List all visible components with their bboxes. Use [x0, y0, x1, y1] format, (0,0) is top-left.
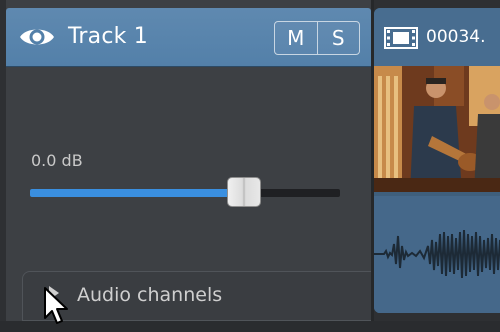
audio-channels-label[interactable]: Audio channels [77, 284, 222, 306]
film-strip-icon [384, 27, 418, 49]
clip-title-bar: 00034. [374, 8, 500, 66]
timeline-bottom-strip [0, 321, 500, 332]
mouse-cursor-icon [44, 287, 68, 324]
clip-name: 00034. [426, 27, 486, 47]
mute-solo-group: M S [274, 21, 360, 55]
video-clip[interactable]: 00034. [374, 8, 500, 313]
track-title-bar[interactable]: Track 1 M S [6, 8, 371, 67]
track-name[interactable]: Track 1 [68, 23, 148, 51]
track-header: Track 1 M S 0.0 dB Audio channels [6, 0, 371, 332]
volume-slider[interactable] [30, 177, 340, 207]
clip-thumbnail [374, 66, 500, 192]
solo-button[interactable]: S [316, 22, 359, 54]
volume-slider-fill [30, 189, 244, 197]
eye-icon[interactable] [18, 25, 56, 49]
volume-value: 0.0 dB [31, 151, 83, 170]
audio-channels-expander[interactable]: Audio channels [22, 271, 371, 321]
volume-slider-handle[interactable] [226, 177, 261, 207]
audio-waveform [374, 196, 500, 313]
mute-button[interactable]: M [275, 22, 317, 54]
